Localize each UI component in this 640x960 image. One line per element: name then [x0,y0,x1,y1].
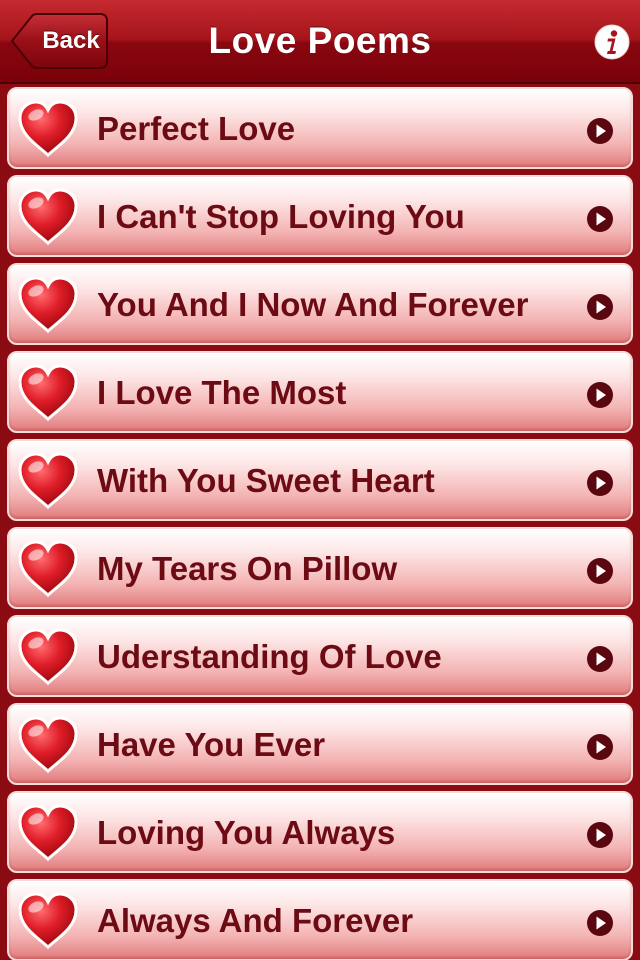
poem-row[interactable]: With You Sweet Heart [7,439,633,521]
poem-title: I Love The Most [97,374,347,411]
navigation-bar: Back Love Poems [0,0,640,84]
disclosure-arrow-icon[interactable] [586,381,614,409]
poem-title: Loving You Always [97,814,396,851]
heart-icon [18,188,78,246]
disclosure-arrow-icon[interactable] [586,909,614,937]
back-button-label: Back [42,27,100,54]
disclosure-arrow-icon[interactable] [586,821,614,849]
poem-title: Perfect Love [97,110,296,147]
disclosure-arrow-icon[interactable] [586,645,614,673]
heart-icon [18,100,78,158]
heart-icon [18,276,78,334]
poem-row[interactable]: Loving You Always [7,791,633,873]
heart-icon [18,628,78,686]
disclosure-arrow-icon[interactable] [586,557,614,585]
poem-row[interactable]: My Tears On Pillow [7,527,633,609]
poem-row[interactable]: Perfect Love [7,87,633,169]
poem-title: My Tears On Pillow [97,550,398,587]
page-title: Love Poems [208,20,432,61]
poem-title: With You Sweet Heart [97,462,435,499]
poem-row[interactable]: Always And Forever [7,879,633,960]
poem-row[interactable]: I Love The Most [7,351,633,433]
poem-title: Uderstanding Of Love [97,638,442,675]
disclosure-arrow-icon[interactable] [586,469,614,497]
poem-title: Have You Ever [97,726,326,763]
poem-title: You And I Now And Forever [97,286,529,323]
info-icon[interactable] [594,24,630,60]
back-button[interactable]: Back [10,13,108,69]
poem-title: I Can't Stop Loving You [97,198,465,235]
disclosure-arrow-icon[interactable] [586,117,614,145]
disclosure-arrow-icon[interactable] [586,293,614,321]
heart-icon [18,892,78,950]
poem-row[interactable]: I Can't Stop Loving You [7,175,633,257]
heart-icon [18,452,78,510]
poem-list: Perfect Love I Can't Stop Loving You You A… [0,84,640,960]
heart-icon [18,364,78,422]
poem-row[interactable]: Have You Ever [7,703,633,785]
heart-icon [18,540,78,598]
disclosure-arrow-icon[interactable] [586,205,614,233]
heart-icon [18,716,78,774]
poem-row[interactable]: You And I Now And Forever [7,263,633,345]
poem-row[interactable]: Uderstanding Of Love [7,615,633,697]
poem-title: Always And Forever [97,902,414,939]
heart-icon [18,804,78,862]
disclosure-arrow-icon[interactable] [586,733,614,761]
